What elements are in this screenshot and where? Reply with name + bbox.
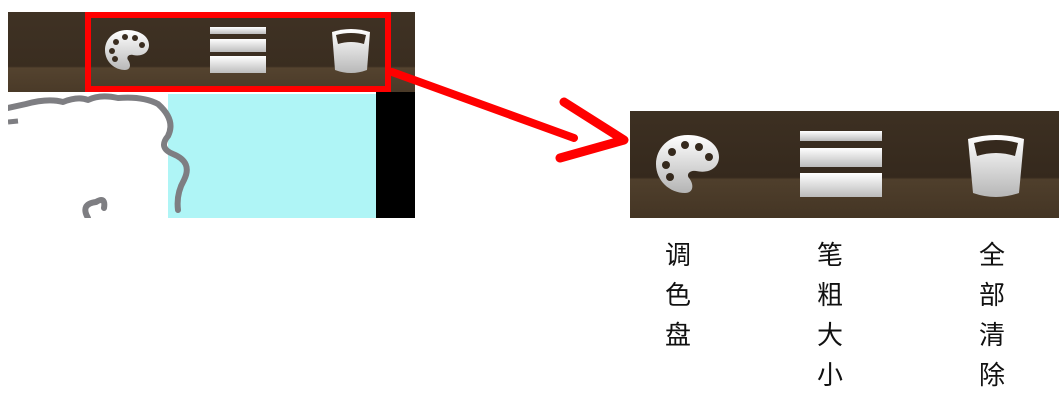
palette-icon[interactable] xyxy=(652,131,724,197)
enlarged-toolbar xyxy=(630,111,1059,218)
trash-icon[interactable] xyxy=(960,131,1032,201)
label-palette: 调色盘 xyxy=(658,236,698,356)
label-char: 粗 xyxy=(816,281,843,311)
label-char: 盘 xyxy=(664,321,691,351)
label-char: 调 xyxy=(664,241,691,271)
label-brush-size: 笔粗大小 xyxy=(810,236,850,396)
arrow-icon xyxy=(388,68,629,163)
label-char: 小 xyxy=(816,361,843,391)
label-char: 色 xyxy=(664,281,691,311)
canvas-scribble xyxy=(8,93,190,218)
label-char: 笔 xyxy=(816,241,843,271)
label-char: 部 xyxy=(978,281,1005,311)
label-char: 除 xyxy=(978,361,1005,391)
label-char: 清 xyxy=(978,321,1005,351)
brush-size-icon[interactable] xyxy=(798,131,884,197)
label-clear-all: 全部清除 xyxy=(972,236,1012,396)
label-char: 全 xyxy=(978,241,1005,271)
highlight-box xyxy=(85,12,391,92)
label-char: 大 xyxy=(816,321,843,351)
